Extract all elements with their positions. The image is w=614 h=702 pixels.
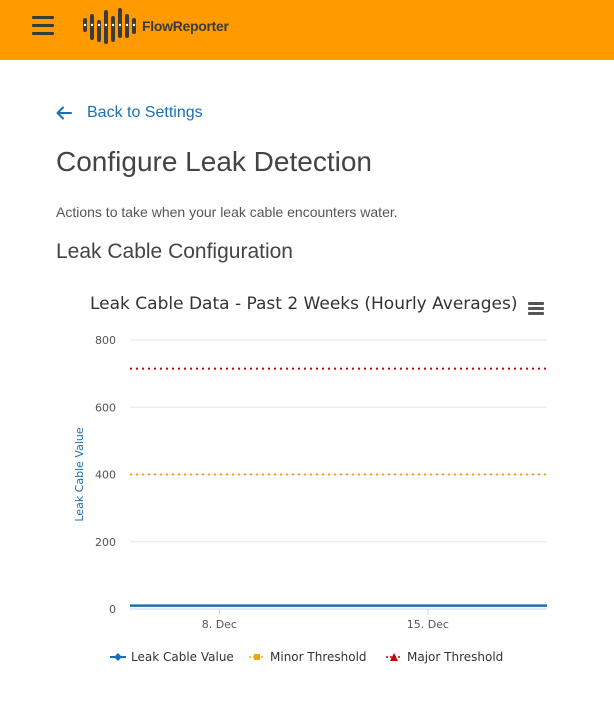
- legend-label: Leak Cable Value: [131, 650, 234, 664]
- legend-symbol-icon: [249, 654, 265, 660]
- y-tick-label: 0: [109, 603, 116, 616]
- logo-brand-suffix: Reporter: [172, 18, 229, 34]
- chart-plot-area: 0 200 400 600 800 8. Dec 15. Dec Leak Cable Va…: [73, 334, 547, 631]
- y-tick-label: 800: [95, 334, 116, 347]
- back-link-label: Back to Settings: [87, 104, 203, 121]
- back-to-settings-link[interactable]: Back to Settings: [56, 104, 203, 122]
- y-axis-label: Leak Cable Value: [73, 427, 86, 521]
- x-tick-label: 8. Dec: [202, 618, 237, 631]
- logo[interactable]: FlowReporter: [80, 6, 229, 46]
- y-tick-label: 600: [95, 401, 116, 414]
- arrow-left-icon: [56, 106, 72, 120]
- legend-symbol-icon: [386, 653, 402, 661]
- legend-item-major-threshold[interactable]: Major Threshold: [386, 650, 503, 664]
- legend-label: Minor Threshold: [270, 650, 367, 664]
- legend-item-minor-threshold[interactable]: Minor Threshold: [249, 650, 367, 664]
- chart-title: Leak Cable Data - Past 2 Weeks (Hourly A…: [90, 294, 518, 314]
- page-description: Actions to take when your leak cable enc…: [56, 204, 398, 220]
- y-tick-label: 400: [95, 469, 116, 482]
- y-tick-label: 200: [95, 536, 116, 549]
- logo-mark-icon: [83, 8, 136, 44]
- legend-symbol-icon: [110, 653, 126, 661]
- leak-cable-chart: 0 200 400 600 800 8. Dec 15. Dec Leak Cable Va…: [56, 290, 556, 680]
- legend-item-leak-cable-value[interactable]: Leak Cable Value: [110, 650, 234, 664]
- x-tick-label: 15. Dec: [407, 618, 449, 631]
- top-bar: FlowReporter: [0, 0, 614, 60]
- legend-label: Major Threshold: [407, 650, 504, 664]
- logo-text: FlowReporter: [142, 18, 229, 34]
- page-title: Configure Leak Detection: [56, 146, 372, 177]
- chart-context-menu-icon[interactable]: [528, 302, 544, 316]
- hamburger-menu-icon[interactable]: [32, 16, 54, 36]
- section-title: Leak Cable Configuration: [56, 240, 293, 263]
- logo-brand: Flow: [142, 18, 173, 34]
